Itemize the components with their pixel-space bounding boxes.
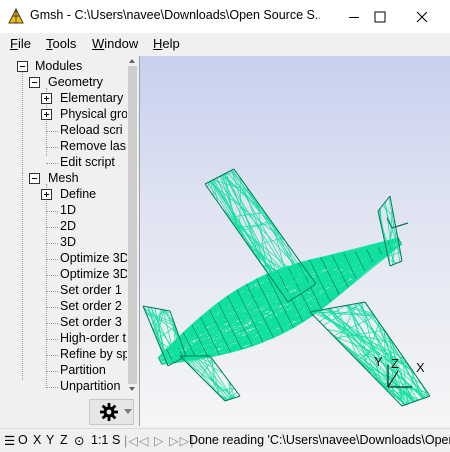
graphics-viewport[interactable]: Y Z X [140,56,450,426]
close-icon [416,11,428,22]
tree-item-reload-script[interactable]: Reload scri [60,122,123,138]
tree-item-2d[interactable]: 2D [60,218,76,234]
tree-node-modules[interactable]: Modules [35,58,82,74]
tree-connector [46,291,58,292]
tree-item-elementary[interactable]: Elementary [60,90,123,106]
tree-item-set-order-1[interactable]: Set order 1 [60,282,122,298]
tree-node-geometry[interactable]: Geometry [48,74,103,90]
title-bar[interactable]: Gmsh - C:\Users\navee\Downloads\Open Sou… [0,0,450,33]
settings-button[interactable] [89,399,134,425]
collapse-toggle-icon[interactable] [17,61,28,72]
axis-label-y: Y [374,354,383,369]
tree-item-set-order-2[interactable]: Set order 2 [60,298,122,314]
view-origin-button[interactable]: O [18,433,28,447]
menu-file[interactable]: File [10,36,31,51]
menu-file-label: ile [17,36,31,51]
collapse-toggle-icon[interactable] [29,173,40,184]
menu-window-label: indow [104,36,139,51]
tree-connector [46,387,58,388]
dropdown-arrow-icon [124,409,132,414]
tree-connector [46,307,58,308]
tree-item-optimize-3d[interactable]: Optimize 3D [60,250,129,266]
tree-item-refine-by-splitting[interactable]: Refine by sp [60,346,129,362]
module-tree: Modules Geometry Elementary Physical gro… [0,55,139,395]
close-button[interactable] [402,0,442,33]
tree-connector [46,355,58,356]
tree-item-3d[interactable]: 3D [60,234,76,250]
menu-help-label: elp [162,36,180,51]
expand-toggle-icon[interactable] [41,109,52,120]
tree-connector [46,323,58,324]
tree-item-optimize-3d-netgen[interactable]: Optimize 3D [60,266,129,282]
tree-connector [46,227,58,228]
scroll-down-arrow-icon[interactable] [129,387,135,391]
expand-toggle-icon[interactable] [41,93,52,104]
window-title: Gmsh - C:\Users\navee\Downloads\Open Sou… [30,8,320,22]
menu-help[interactable]: Help [153,36,180,51]
tree-connector [46,211,58,212]
rotate-icon[interactable]: ⊙ [74,433,84,448]
gmsh-app-icon [8,8,24,24]
tree-connector [22,72,23,173]
collapse-toggle-icon[interactable] [29,77,40,88]
menu-window[interactable]: Window [92,36,138,51]
maximize-icon [374,11,386,22]
tree-item-1d[interactable]: 1D [60,202,76,218]
menu-file-mnemonic: F [10,36,18,51]
view-y-button[interactable]: Y [46,433,54,447]
tree-connector [46,259,58,260]
gear-icon [100,403,118,421]
view-x-button[interactable]: X [33,433,41,447]
tree-item-define[interactable]: Define [60,186,96,202]
view-z-button[interactable]: Z [60,433,68,447]
menu-bar: File Tools Window Help [0,33,450,55]
tree-item-physical-groups[interactable]: Physical gro [60,106,128,122]
menu-tools[interactable]: Tools [46,36,76,51]
expand-toggle-icon[interactable] [41,189,52,200]
animation-controls[interactable]: |◁◁ ▷ ▷▷| [124,433,195,448]
status-bar: ☰ O X Y Z ⊙ 1:1 S |◁◁ ▷ ▷▷| Done reading… [0,428,450,452]
scale-one-to-one-button[interactable]: 1:1 [91,433,108,447]
axis-label-z: Z [391,356,399,371]
tree-connector [46,275,58,276]
tree-connector [46,147,58,148]
tree-item-unpartition[interactable]: Unpartition [60,378,120,394]
menu-tools-label: ools [52,36,77,51]
tree-item-high-order-tools[interactable]: High-order t [60,330,126,346]
tree-scrollbar-thumb[interactable] [128,66,137,384]
tree-connector [46,339,58,340]
tree-connector [46,163,58,164]
tree-node-mesh[interactable]: Mesh [48,170,79,186]
menu-window-mnemonic: W [92,36,105,51]
tree-connector [46,131,58,132]
hamburger-menu-icon[interactable]: ☰ [4,433,15,448]
tree-item-remove-last[interactable]: Remove las [60,138,126,154]
maximize-button[interactable] [360,0,400,33]
menu-help-mnemonic: H [153,36,163,51]
tree-item-set-order-3[interactable]: Set order 3 [60,314,122,330]
select-button[interactable]: S [112,433,120,447]
status-message: Done reading 'C:\Users\navee\Downloads\O… [189,433,450,447]
minimize-icon [349,16,359,18]
tree-item-partition[interactable]: Partition [60,362,106,378]
tree-connector [22,172,23,380]
tree-connector [46,371,58,372]
tree-connector [46,243,58,244]
tree-item-edit-script[interactable]: Edit script [60,154,115,170]
scroll-up-arrow-icon[interactable] [129,59,135,63]
gmsh-window: Gmsh - C:\Users\navee\Downloads\Open Sou… [0,0,450,452]
axis-label-x: X [416,360,425,375]
